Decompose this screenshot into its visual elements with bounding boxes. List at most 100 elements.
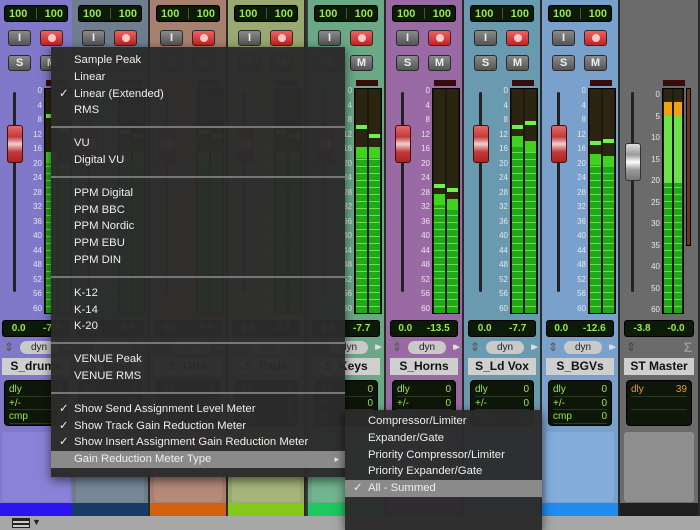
menu-item[interactable]: K-14 [51, 302, 345, 319]
insert-row[interactable] [631, 397, 687, 410]
insert-row[interactable]: +/- 0 [475, 397, 529, 410]
input-monitor-button[interactable]: I [396, 30, 419, 46]
track-color-pad[interactable] [624, 432, 694, 502]
menu-item[interactable]: PPM Digital [51, 185, 345, 202]
record-enable-button[interactable] [40, 30, 63, 46]
mute-button[interactable]: M [350, 55, 373, 71]
solo-button[interactable]: S [396, 55, 419, 71]
insert-row[interactable]: +/- 0 [553, 397, 607, 410]
pan-display[interactable]: 100 100 [314, 5, 378, 22]
pan-display[interactable]: 100 100 [234, 5, 298, 22]
menu-item[interactable]: ✓ Show Send Assignment Level Meter [51, 401, 345, 418]
menu-item[interactable]: VENUE Peak [51, 351, 345, 368]
record-enable-button[interactable] [428, 30, 451, 46]
menu-item[interactable]: PPM EBU [51, 235, 345, 252]
clip-indicator[interactable] [356, 80, 378, 86]
input-monitor-button[interactable]: I [82, 30, 105, 46]
track-name[interactable]: ST Master [624, 358, 694, 375]
track-name[interactable]: S_BGVs [546, 358, 614, 375]
menu-item[interactable]: Gain Reduction Meter Type ▸ [51, 451, 345, 468]
insert-row[interactable]: cmp 0 [553, 410, 607, 424]
track-name[interactable]: S_Horns [390, 358, 458, 375]
up-down-arrows-icon[interactable]: ⇕ [548, 340, 558, 354]
clip-indicator[interactable] [590, 80, 612, 86]
view-options-icon[interactable] [12, 518, 30, 528]
pan-display[interactable]: 100 100 [78, 5, 142, 22]
record-enable-button[interactable] [584, 30, 607, 46]
submenu-item[interactable]: Priority Expander/Gate [345, 463, 542, 480]
solo-button[interactable]: S [8, 55, 31, 71]
submenu-item[interactable]: ✓ All - Summed [345, 480, 542, 497]
fast-forward-icon[interactable]: ▸▸ [609, 340, 616, 353]
up-down-arrows-icon[interactable]: ⇕ [470, 340, 480, 354]
solo-button[interactable]: S [474, 55, 497, 71]
insert-row[interactable]: dly 0 [553, 383, 607, 397]
track-color-pad[interactable] [546, 432, 614, 502]
submenu-item[interactable]: Expander/Gate [345, 430, 542, 447]
insert-row[interactable]: +/- 0 [397, 397, 451, 410]
pan-display[interactable]: 100 100 [156, 5, 220, 22]
menu-item[interactable]: K-20 [51, 318, 345, 335]
submenu-item[interactable]: Priority Compressor/Limiter [345, 447, 542, 464]
track-name[interactable]: S_Ld Vox [468, 358, 536, 375]
menu-item[interactable]: K-12 [51, 285, 345, 302]
record-enable-button[interactable] [192, 30, 215, 46]
menu-separator [51, 126, 345, 129]
up-down-arrows-icon[interactable]: ⇕ [4, 340, 14, 354]
clip-indicator[interactable] [512, 80, 534, 86]
up-down-arrows-icon[interactable]: ⇕ [392, 340, 402, 354]
input-monitor-button[interactable]: I [552, 30, 575, 46]
menu-item[interactable]: Digital VU [51, 152, 345, 169]
volume-fader[interactable] [473, 125, 489, 163]
dyn-button[interactable]: dyn [564, 341, 602, 354]
menu-item[interactable]: RMS [51, 102, 345, 119]
mute-button[interactable]: M [428, 55, 451, 71]
menu-item[interactable]: Sample Peak [51, 52, 345, 69]
pan-display[interactable]: 100 100 [392, 5, 456, 22]
record-enable-button[interactable] [506, 30, 529, 46]
dyn-button[interactable]: dyn [408, 341, 446, 354]
chevron-down-icon[interactable]: ▼ [32, 517, 41, 527]
volume-fader[interactable] [395, 125, 411, 163]
dyn-button[interactable]: dyn [486, 341, 524, 354]
input-monitor-button[interactable]: I [318, 30, 341, 46]
record-enable-button[interactable] [350, 30, 373, 46]
input-monitor-button[interactable]: I [238, 30, 261, 46]
volume-fader[interactable] [7, 125, 23, 163]
menu-item[interactable]: PPM BBC [51, 202, 345, 219]
insert-row[interactable]: dly 39 [631, 383, 687, 397]
menu-item[interactable]: ✓ Show Insert Assignment Gain Reduction M… [51, 434, 345, 451]
inserts-panel[interactable]: dly 0 +/- 0 cmp 0 [548, 380, 612, 426]
menu-item[interactable]: ✓ Show Track Gain Reduction Meter [51, 418, 345, 435]
fast-forward-icon[interactable]: ▸▸ [531, 340, 538, 353]
pan-display[interactable]: 100 100 [4, 5, 68, 22]
master-volume-fader[interactable] [625, 143, 641, 181]
clip-indicator[interactable] [663, 80, 685, 86]
record-enable-button[interactable] [114, 30, 137, 46]
up-down-arrows-icon[interactable]: ⇕ [626, 340, 636, 354]
inserts-panel[interactable]: dly 39 [626, 380, 692, 426]
fast-forward-icon[interactable]: ▸▸ [375, 340, 382, 353]
menu-item[interactable]: VU [51, 135, 345, 152]
mute-button[interactable]: M [584, 55, 607, 71]
solo-button[interactable]: S [552, 55, 575, 71]
clip-indicator[interactable] [434, 80, 456, 86]
menu-item[interactable]: VENUE RMS [51, 368, 345, 385]
menu-item[interactable]: PPM DIN [51, 252, 345, 269]
insert-row[interactable]: dly 0 [475, 383, 529, 397]
pan-display[interactable]: 100 100 [470, 5, 534, 22]
menu-item[interactable]: Linear [51, 69, 345, 86]
input-monitor-button[interactable]: I [160, 30, 183, 46]
mute-button[interactable]: M [506, 55, 529, 71]
fast-forward-icon[interactable]: ▸▸ [453, 340, 460, 353]
pan-display[interactable]: 100 100 [548, 5, 612, 22]
input-monitor-button[interactable]: I [8, 30, 31, 46]
volume-fader[interactable] [551, 125, 567, 163]
insert-row[interactable]: dly 0 [397, 383, 451, 397]
submenu-item[interactable]: Compressor/Limiter [345, 413, 542, 430]
menu-item[interactable]: ✓ Linear (Extended) [51, 86, 345, 103]
scale-label: 28 [33, 187, 42, 197]
input-monitor-button[interactable]: I [474, 30, 497, 46]
record-enable-button[interactable] [270, 30, 293, 46]
menu-item[interactable]: PPM Nordic [51, 218, 345, 235]
